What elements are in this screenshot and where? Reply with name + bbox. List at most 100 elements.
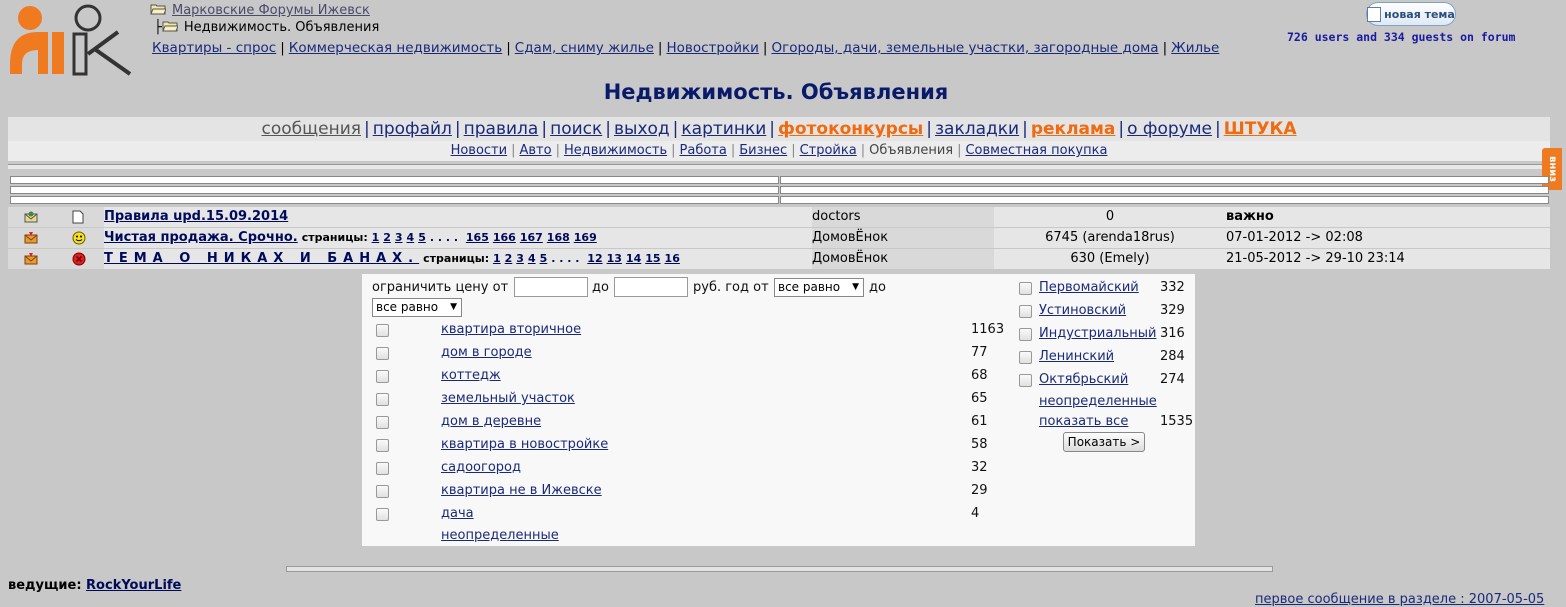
nav-item[interactable]: закладки	[935, 119, 1019, 139]
moderator-link[interactable]: RockYourLife	[86, 578, 181, 593]
page-link[interactable]: 167	[520, 231, 543, 244]
topic-title-link[interactable]: Правила upd.15.09.2014	[104, 209, 288, 224]
category-link[interactable]: квартира не в Ижевске	[441, 483, 602, 498]
district-checkbox[interactable]	[1019, 328, 1032, 341]
category-checkbox[interactable]	[376, 347, 389, 360]
show-all-link[interactable]: показать все	[1039, 414, 1128, 429]
district-link[interactable]: Устиновский	[1039, 303, 1126, 318]
category-link[interactable]: дача	[441, 506, 474, 521]
category-link[interactable]: квартира в новостройке	[441, 437, 608, 452]
divider	[8, 164, 1550, 169]
year-from-select[interactable]: все равно ▼	[774, 278, 864, 297]
category-link[interactable]: дом в городе	[441, 345, 532, 360]
category-checkbox[interactable]	[376, 439, 389, 452]
district-link[interactable]: Первомайский	[1039, 280, 1139, 295]
hot-envelope-icon	[24, 252, 38, 265]
page-link[interactable]: 2	[383, 231, 391, 244]
subforum-link[interactable]: Коммерческая недвижимость	[289, 40, 502, 56]
page-link[interactable]: 12	[587, 252, 602, 265]
section-nav-item[interactable]: Недвижимость	[564, 143, 667, 158]
district-checkbox[interactable]	[1019, 374, 1032, 387]
category-checkbox[interactable]	[376, 324, 389, 337]
subforum-link[interactable]: Сдам, сниму жилье	[515, 40, 654, 56]
page-link[interactable]: 169	[574, 231, 597, 244]
topic-replies: 630 (Emely)	[994, 249, 1226, 269]
category-link[interactable]: дом в деревне	[441, 414, 541, 429]
separator: |	[280, 40, 285, 56]
district-link[interactable]: Ленинский	[1039, 349, 1114, 364]
section-nav-item[interactable]: Совместная покупка	[965, 143, 1107, 158]
nav-item[interactable]: о форуме	[1127, 119, 1212, 139]
separator: |	[1118, 119, 1125, 139]
breadcrumb-root-link[interactable]: Марковские Форумы Ижевск	[172, 3, 370, 18]
separator: |	[762, 40, 768, 56]
district-link[interactable]: Октябрьский	[1039, 372, 1128, 387]
district-checkbox[interactable]	[1019, 351, 1032, 364]
category-checkbox[interactable]	[376, 462, 389, 475]
category-link[interactable]: квартира вторичное	[441, 322, 581, 337]
category-link[interactable]: коттедж	[441, 368, 501, 383]
category-link[interactable]: земельный участок	[441, 391, 575, 406]
category-checkbox[interactable]	[376, 393, 389, 406]
page-link[interactable]: 3	[516, 252, 524, 265]
section-nav-item[interactable]: Новости	[451, 143, 508, 158]
subforum-link[interactable]: Огороды, дачи, земельные участки, загоро…	[771, 40, 1158, 56]
filter-panel: ограничить цену от до руб. год от все ра…	[362, 274, 1195, 546]
district-link[interactable]: Индустриальный	[1039, 326, 1156, 341]
topic-title-link[interactable]: Чистая продажа. Срочно.	[104, 230, 298, 245]
nav-item[interactable]: реклама	[1031, 119, 1116, 139]
category-checkbox[interactable]	[376, 485, 389, 498]
price-to-input[interactable]	[614, 277, 688, 297]
nav-item[interactable]: фотоконкурсы	[778, 119, 923, 139]
header-cell	[780, 196, 1549, 204]
red-x-icon	[72, 252, 86, 266]
page-link[interactable]: 168	[547, 231, 570, 244]
page-link[interactable]: 1	[372, 231, 380, 244]
district-checkbox[interactable]	[1019, 305, 1032, 318]
section-nav-item[interactable]: Работа	[680, 143, 727, 158]
nav-item[interactable]: правила	[464, 119, 539, 139]
category-count: 4	[971, 506, 980, 521]
page-link[interactable]: 13	[607, 252, 622, 265]
nav-item[interactable]: сообщения	[262, 119, 362, 139]
district-undefined-link[interactable]: неопределенные	[1039, 394, 1157, 409]
category-checkbox[interactable]	[376, 416, 389, 429]
page-link[interactable]: 165	[466, 231, 489, 244]
first-message-link[interactable]: первое сообщение в разделе : 2007-05-05	[1255, 592, 1544, 607]
show-button[interactable]: Показать >	[1063, 432, 1145, 452]
section-nav-item[interactable]: Объявления	[869, 143, 953, 158]
section-nav-item[interactable]: Авто	[519, 143, 551, 158]
page-link[interactable]: 3	[395, 231, 403, 244]
nav-item[interactable]: картинки	[681, 119, 766, 139]
category-checkbox[interactable]	[376, 370, 389, 383]
page-link[interactable]: 15	[645, 252, 660, 265]
page-link[interactable]: 14	[626, 252, 641, 265]
page-link[interactable]: 2	[505, 252, 513, 265]
nav-item[interactable]: выход	[614, 119, 670, 139]
page-link[interactable]: 4	[528, 252, 536, 265]
subforum-link[interactable]: Новостройки	[666, 40, 758, 56]
page-link[interactable]: 5	[418, 231, 426, 244]
topic-title-link[interactable]: ТЕМА О НИКАХ И БАНАХ.	[104, 251, 419, 266]
category-checkbox[interactable]	[376, 508, 389, 521]
category-link[interactable]: садоогород	[441, 460, 521, 475]
district-checkbox[interactable]	[1019, 282, 1032, 295]
site-logo[interactable]	[8, 4, 134, 78]
nav-item[interactable]: поиск	[550, 119, 602, 139]
year-to-select[interactable]: все равно ▼	[372, 298, 462, 317]
price-from-input[interactable]	[514, 277, 588, 297]
category-undefined-link[interactable]: неопределенные	[441, 528, 559, 543]
section-nav: Новости | Авто | Недвижимость | Работа | Бизнес |…	[8, 141, 1550, 161]
section-nav-item[interactable]: Бизнес	[739, 143, 787, 158]
new-topic-button[interactable]: новая тема	[1366, 2, 1456, 26]
page-link[interactable]: 4	[407, 231, 415, 244]
page-link[interactable]: 16	[665, 252, 680, 265]
nav-item[interactable]: ШТУКА	[1224, 119, 1297, 139]
page-link[interactable]: 5	[540, 252, 548, 265]
subforum-link[interactable]: Жилье	[1171, 40, 1219, 56]
page-link[interactable]: 1	[493, 252, 501, 265]
section-nav-item[interactable]: Стройка	[800, 143, 857, 158]
nav-item[interactable]: профайл	[373, 119, 452, 139]
subforum-link[interactable]: Квартиры - спрос	[152, 40, 276, 56]
page-link[interactable]: 166	[493, 231, 516, 244]
